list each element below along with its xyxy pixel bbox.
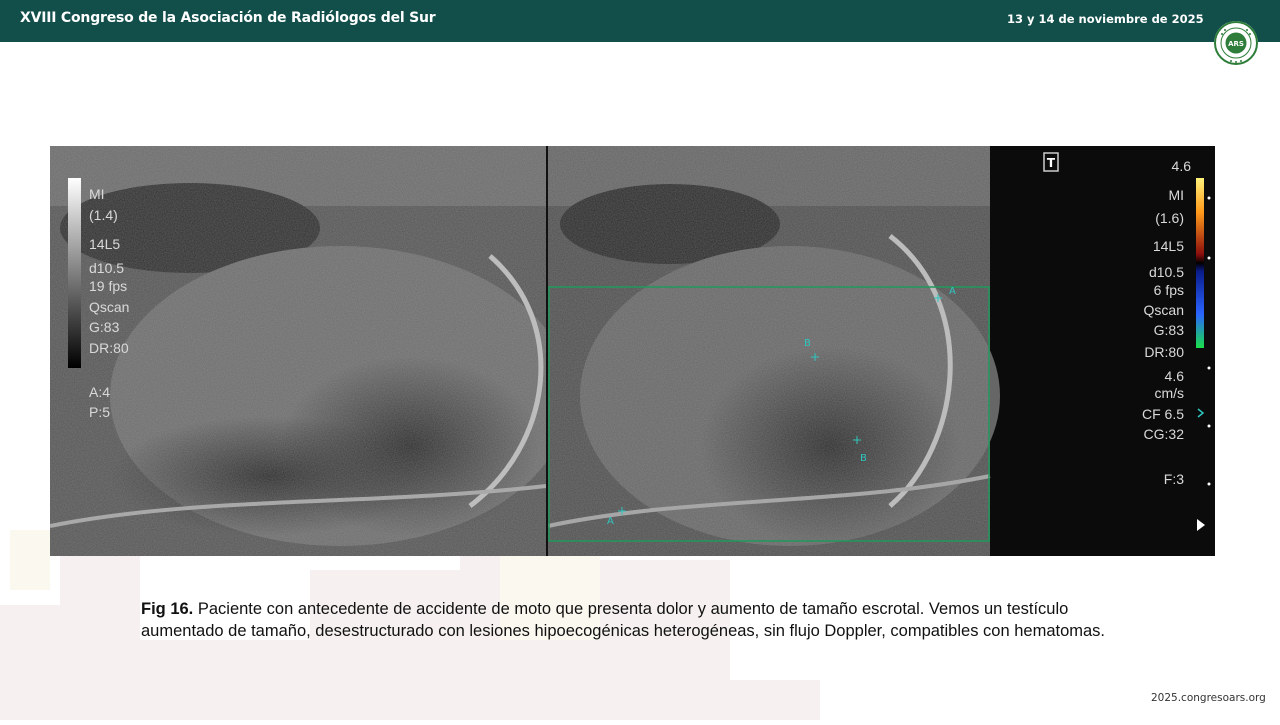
svg-text:(1.4): (1.4) bbox=[89, 207, 118, 223]
svg-text:F:3: F:3 bbox=[1164, 471, 1184, 487]
svg-text:G:83: G:83 bbox=[1154, 322, 1185, 338]
svg-text:CG:32: CG:32 bbox=[1144, 426, 1185, 442]
ars-logo: ARS bbox=[1213, 20, 1259, 66]
svg-text:B: B bbox=[804, 338, 811, 349]
svg-text:4.6: 4.6 bbox=[1172, 158, 1192, 174]
svg-text:14L5: 14L5 bbox=[1153, 238, 1184, 254]
svg-text:d10.5: d10.5 bbox=[1149, 264, 1184, 280]
svg-text:A:4: A:4 bbox=[89, 384, 110, 400]
svg-text:A: A bbox=[607, 516, 614, 527]
congress-date: 13 y 14 de noviembre de 2025 bbox=[1007, 12, 1204, 26]
orientation-marker: T bbox=[1047, 156, 1056, 170]
figure-label: Fig 16. bbox=[141, 600, 194, 618]
svg-text:B: B bbox=[860, 453, 867, 464]
svg-text:DR:80: DR:80 bbox=[89, 340, 129, 356]
ultrasound-image: A B B A MI (1.4) 14L5 d10.5 19 fps Qscan… bbox=[49, 146, 1215, 556]
right-sonogram bbox=[547, 146, 1000, 556]
figure-caption: Fig 16. Paciente con antecedente de acci… bbox=[141, 598, 1141, 642]
logo-text: ARS bbox=[1228, 40, 1244, 48]
svg-text:Qscan: Qscan bbox=[1144, 302, 1184, 318]
svg-text:4.6: 4.6 bbox=[1165, 368, 1185, 384]
congress-title: XVIII Congreso de la Asociación de Radió… bbox=[20, 10, 436, 26]
svg-text:19 fps: 19 fps bbox=[89, 278, 127, 294]
header-bar: XVIII Congreso de la Asociación de Radió… bbox=[0, 0, 1280, 42]
svg-text:G:83: G:83 bbox=[89, 319, 120, 335]
svg-text:6 fps: 6 fps bbox=[1154, 282, 1184, 298]
color-scale-bar bbox=[1196, 178, 1204, 348]
svg-text:Qscan: Qscan bbox=[89, 299, 129, 315]
svg-text:MI: MI bbox=[1168, 187, 1184, 203]
svg-text:14L5: 14L5 bbox=[89, 236, 120, 252]
svg-text:DR:80: DR:80 bbox=[1144, 344, 1184, 360]
svg-text:CF 6.5: CF 6.5 bbox=[1142, 406, 1184, 422]
figure-description: Paciente con antecedente de accidente de… bbox=[141, 600, 1106, 640]
svg-text:d10.5: d10.5 bbox=[89, 260, 124, 276]
svg-text:(1.6): (1.6) bbox=[1155, 210, 1184, 226]
website-link[interactable]: 2025.congresoars.org bbox=[1151, 692, 1266, 704]
svg-text:cm/s: cm/s bbox=[1154, 385, 1184, 401]
svg-text:MI: MI bbox=[89, 186, 105, 202]
svg-text:A: A bbox=[949, 286, 956, 297]
svg-text:P:5: P:5 bbox=[89, 404, 110, 420]
